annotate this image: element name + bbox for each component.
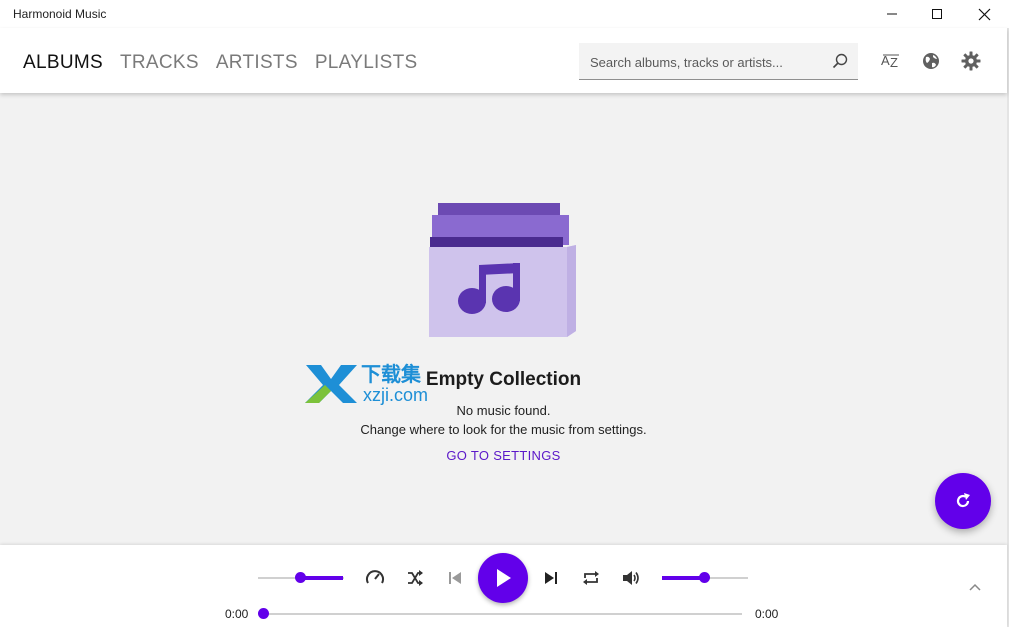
skip-previous-icon [449, 572, 461, 584]
tab-artists[interactable]: ARTISTS [216, 52, 298, 74]
elapsed-time: 0:00 [225, 607, 249, 621]
minimize-icon [887, 13, 897, 15]
app-header: ALBUMS TRACKS ARTISTS PLAYLISTS A Z [0, 28, 1007, 93]
maximize-button[interactable] [914, 0, 960, 28]
speedometer-icon [366, 570, 384, 584]
repeat-icon [583, 571, 599, 585]
app-title: Harmonoid Music [13, 7, 107, 21]
close-button[interactable] [961, 0, 1007, 28]
close-icon [978, 8, 990, 20]
seek-bar-thumb[interactable] [258, 608, 269, 619]
volume-button[interactable] [619, 566, 643, 590]
seek-bar[interactable] [258, 608, 742, 619]
skip-next-icon [545, 572, 557, 584]
chevron-up-icon [969, 583, 981, 591]
refresh-button[interactable] [935, 473, 991, 529]
duration-time: 0:00 [755, 607, 779, 621]
search-icon[interactable] [832, 53, 848, 69]
speed-slider-fill [300, 576, 343, 580]
play-button[interactable] [478, 553, 528, 603]
empty-hint: Change where to look for the music from … [360, 422, 647, 437]
search-box [579, 43, 858, 80]
speed-slider-thumb[interactable] [295, 572, 306, 583]
empty-title: Empty Collection [425, 369, 582, 390]
volume-slider[interactable] [662, 572, 748, 583]
globe-icon[interactable] [921, 51, 941, 71]
previous-button[interactable] [443, 566, 467, 590]
sort-az-icon[interactable]: A Z [880, 51, 900, 71]
speed-slider[interactable] [258, 572, 344, 583]
expand-player-button[interactable] [963, 575, 987, 599]
search-input[interactable] [588, 50, 822, 74]
music-folder-illustration [427, 203, 579, 344]
tab-tracks[interactable]: TRACKS [120, 52, 199, 74]
gear-icon[interactable] [961, 51, 981, 71]
next-button[interactable] [539, 566, 563, 590]
go-to-settings-link[interactable]: GO TO SETTINGS [0, 448, 1007, 463]
repeat-button[interactable] [579, 566, 603, 590]
minimize-button[interactable] [869, 0, 915, 28]
shuffle-button[interactable] [403, 566, 427, 590]
tab-albums[interactable]: ALBUMS [23, 52, 103, 74]
play-icon [497, 569, 511, 587]
empty-message: No music found. [456, 403, 551, 418]
refresh-icon [956, 493, 970, 508]
speed-button[interactable] [363, 566, 387, 590]
nav-tabs: ALBUMS TRACKS ARTISTS PLAYLISTS [23, 52, 418, 74]
volume-slider-thumb[interactable] [699, 572, 710, 583]
maximize-icon [932, 9, 942, 19]
svg-text:Z: Z [890, 55, 898, 70]
shuffle-icon [408, 570, 423, 586]
main-content: 下载集 xzji.com Empty Collection No music f… [0, 93, 1007, 545]
volume-icon [623, 571, 639, 585]
title-bar: Harmonoid Music [0, 0, 1009, 28]
tab-playlists[interactable]: PLAYLISTS [315, 52, 418, 74]
player-bar: 0:00 0:00 [0, 545, 1007, 627]
